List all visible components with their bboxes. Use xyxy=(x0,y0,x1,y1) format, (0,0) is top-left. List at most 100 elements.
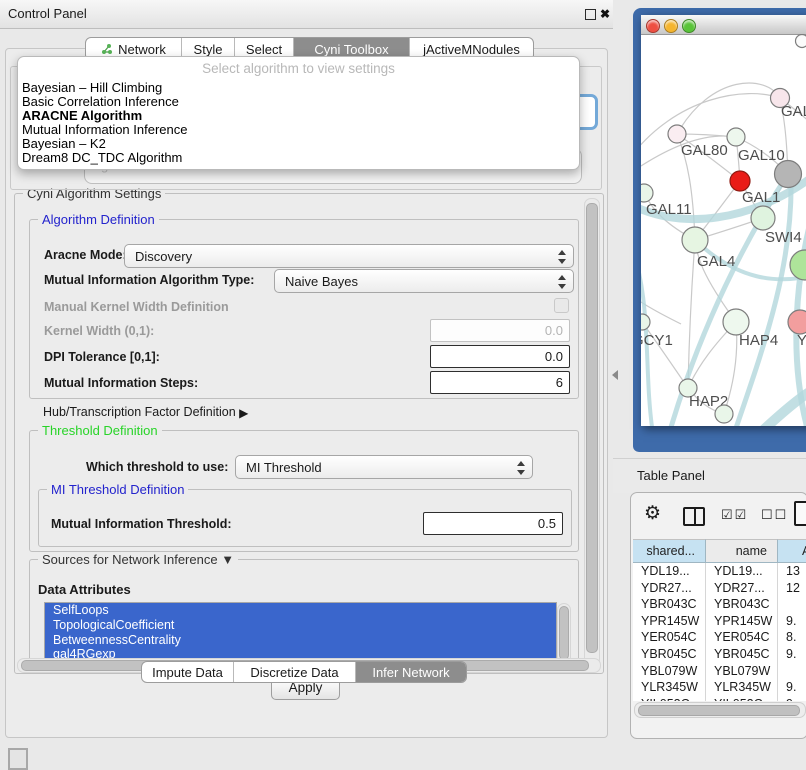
node-bottom-green[interactable] xyxy=(715,405,733,423)
node-GAL11[interactable] xyxy=(641,184,653,202)
table-cell[interactable]: 12 xyxy=(778,580,806,597)
algorithm-option[interactable]: Basic Correlation Inference xyxy=(18,95,579,109)
table-horizontal-scrollbar[interactable] xyxy=(634,702,806,718)
mi-threshold-group: MI Threshold Definition Mutual Informati… xyxy=(38,489,572,547)
node-GAL10[interactable] xyxy=(727,128,745,146)
tab-discretize-data[interactable]: Discretize Data xyxy=(234,662,356,682)
table-row[interactable]: YLR345WYLR345W9. xyxy=(633,679,806,696)
column-header-partial[interactable]: A xyxy=(778,539,806,563)
node-top-partial[interactable] xyxy=(796,35,806,48)
algorithm-option[interactable]: Dream8 DC_TDC Algorithm xyxy=(18,151,579,165)
minimize-traffic-light[interactable] xyxy=(664,19,678,33)
column-header-shared-name[interactable]: shared... xyxy=(633,539,706,563)
close-icon[interactable]: ✖ xyxy=(596,4,614,24)
table-cell[interactable]: 8. xyxy=(778,629,806,646)
table-cell[interactable]: 9. xyxy=(778,679,806,696)
new-table-icon[interactable] xyxy=(794,501,806,526)
close-traffic-light[interactable] xyxy=(646,19,660,33)
node-salmon[interactable] xyxy=(788,310,806,334)
table-cell[interactable]: YBR045C xyxy=(633,646,706,663)
table-cell[interactable]: 9. xyxy=(778,646,806,663)
columns-icon[interactable] xyxy=(683,507,705,526)
node-gray[interactable] xyxy=(775,161,802,188)
network-window-titlebar[interactable] xyxy=(641,15,806,35)
gear-icon[interactable]: ⚙ xyxy=(644,502,661,525)
algorithm-option[interactable]: Mutual Information Inference xyxy=(18,123,579,137)
algorithm-option-selected[interactable]: ARACNE Algorithm xyxy=(18,109,579,123)
table-cell[interactable]: YDL19... xyxy=(706,563,778,580)
dpi-tolerance-field[interactable]: 0.0 xyxy=(430,345,570,368)
aracne-mode-combo[interactable]: Discovery xyxy=(124,244,574,268)
table-cell[interactable]: 13 xyxy=(778,563,806,580)
table-horizontal-scrollbar-thumb[interactable] xyxy=(638,705,800,716)
splitter-collapse-icon[interactable] xyxy=(612,370,618,380)
hub-definition-expander[interactable]: Hub/Transcription Factor Definition ▶ xyxy=(43,405,248,419)
mi-threshold-field[interactable]: 0.5 xyxy=(423,512,563,535)
node-GAL80[interactable] xyxy=(668,125,686,143)
table-row[interactable]: YBR045CYBR045C9. xyxy=(633,646,806,663)
sources-title[interactable]: Sources for Network Inference ▼ xyxy=(38,552,238,567)
table-cell[interactable]: YBR045C xyxy=(706,646,778,663)
table-cell[interactable]: YIL052C xyxy=(633,696,706,701)
table-cell[interactable]: YLR345W xyxy=(633,679,706,696)
table-row[interactable]: YDR27...YDR27...12 xyxy=(633,580,806,597)
network-canvas[interactable]: GALGAL80GAL10GAL1GAL11SWI4GAL4GCY1HAP4YH… xyxy=(641,34,806,426)
table-cell[interactable]: YPR145W xyxy=(633,613,706,630)
tab-impute-data[interactable]: Impute Data xyxy=(142,662,234,682)
node-SWI4[interactable] xyxy=(751,206,775,230)
zoom-traffic-light[interactable] xyxy=(682,19,696,33)
node-right-green[interactable] xyxy=(790,250,806,280)
float-window-icon[interactable] xyxy=(585,9,596,20)
algorithm-placeholder: Select algorithm to view settings xyxy=(18,57,579,81)
table-cell[interactable]: 9. xyxy=(778,613,806,630)
node-GAL11-label: GAL11 xyxy=(646,201,692,218)
manual-kernel-checkbox[interactable] xyxy=(554,298,569,313)
mi-type-combo[interactable]: Naive Bayes xyxy=(274,269,574,293)
table-row[interactable]: YER054CYER054C8. xyxy=(633,629,806,646)
table-cell[interactable]: YDR27... xyxy=(633,580,706,597)
which-threshold-combo[interactable]: MI Threshold xyxy=(235,455,533,479)
table-cell[interactable]: YIL052C xyxy=(706,696,778,701)
table-cell[interactable]: YBL079W xyxy=(706,663,778,680)
settings-vertical-scrollbar[interactable] xyxy=(584,198,600,666)
table-cell[interactable]: YLR345W xyxy=(706,679,778,696)
deselect-all-checkboxes-icon[interactable]: ☐☐ xyxy=(761,507,788,523)
attribute-item[interactable]: TopologicalCoefficient xyxy=(45,618,556,633)
algorithm-option[interactable]: Bayesian – K2 xyxy=(18,137,579,151)
node-GAL4[interactable] xyxy=(682,227,708,253)
collapsed-panel-icon[interactable] xyxy=(8,748,28,770)
table-cell[interactable]: YBR043C xyxy=(706,596,778,613)
tab-network-label: Network xyxy=(118,42,166,57)
tab-infer-network[interactable]: Infer Network xyxy=(356,662,466,682)
table-cell[interactable]: 9. xyxy=(778,696,806,701)
table-row[interactable]: YBR043CYBR043C xyxy=(633,596,806,613)
attribute-item[interactable]: BetweennessCentrality xyxy=(45,633,556,648)
attributes-scrollbar-thumb[interactable] xyxy=(559,606,569,660)
table-row[interactable]: YBL079WYBL079W xyxy=(633,663,806,680)
attribute-item[interactable]: SelfLoops xyxy=(45,603,556,618)
table-row[interactable]: YIL052CYIL052C9. xyxy=(633,696,806,701)
node-GAL1[interactable] xyxy=(730,171,750,191)
table-cell[interactable]: YER054C xyxy=(706,629,778,646)
table-cell[interactable] xyxy=(778,663,806,680)
select-all-checkboxes-icon[interactable]: ☑☑ xyxy=(721,507,748,523)
algorithm-option[interactable]: Bayesian – Hill Climbing xyxy=(18,81,579,95)
node-GAL10-label: GAL10 xyxy=(738,147,785,164)
table-row[interactable]: YDL19...YDL19...13 xyxy=(633,563,806,580)
node-GCY1[interactable] xyxy=(641,314,650,330)
table-cell[interactable]: YBL079W xyxy=(633,663,706,680)
table-cell[interactable]: YPR145W xyxy=(706,613,778,630)
table-cell[interactable] xyxy=(778,596,806,613)
table-cell[interactable]: YER054C xyxy=(633,629,706,646)
attributes-scrollbar[interactable] xyxy=(557,603,571,664)
column-header-name[interactable]: name xyxy=(706,539,778,563)
table-row[interactable]: YPR145WYPR145W9. xyxy=(633,613,806,630)
kernel-width-field[interactable]: 0.0 xyxy=(430,319,570,342)
mi-steps-field[interactable]: 6 xyxy=(430,371,570,394)
table-cell[interactable]: YBR043C xyxy=(633,596,706,613)
settings-vertical-scrollbar-thumb[interactable] xyxy=(586,203,598,653)
network-view-frame[interactable]: GALGAL80GAL10GAL1GAL11SWI4GAL4GCY1HAP4YH… xyxy=(633,8,806,452)
table-cell[interactable]: YDR27... xyxy=(706,580,778,597)
network-edge[interactable] xyxy=(677,83,780,134)
table-cell[interactable]: YDL19... xyxy=(633,563,706,580)
